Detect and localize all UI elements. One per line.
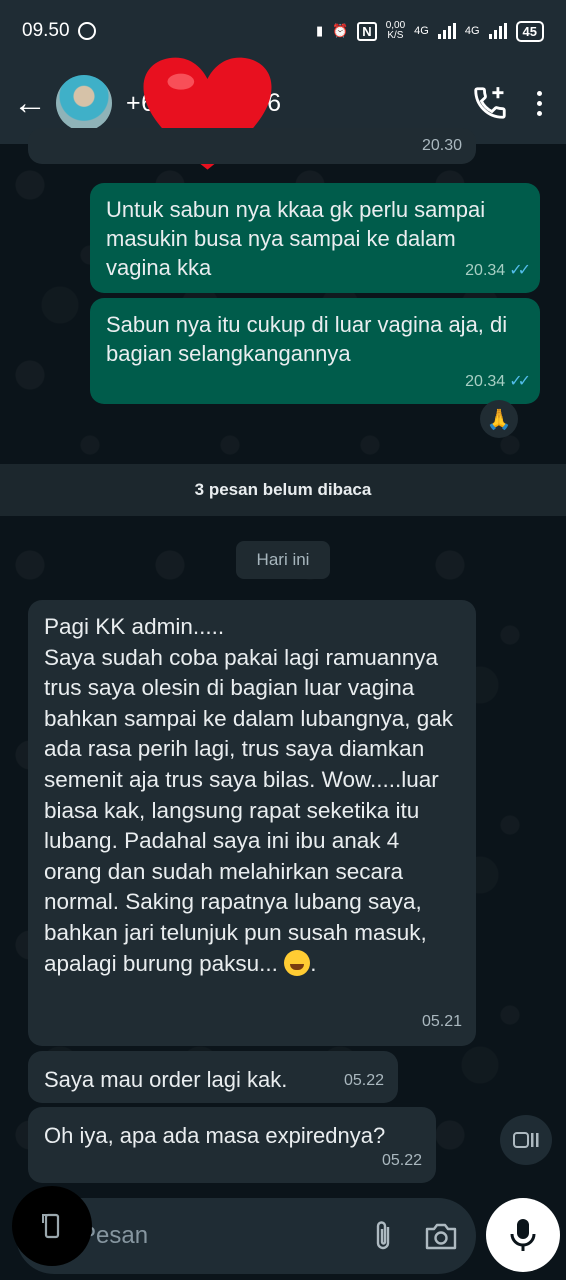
- message-bubble-incoming[interactable]: Saya mau order lagi kak. 05.22: [28, 1051, 398, 1103]
- message-text: Oh iya, apa ada masa expirednya?: [44, 1123, 386, 1148]
- signal-icon-2: [488, 23, 507, 39]
- message-text: Saya mau order lagi kak.: [44, 1067, 288, 1092]
- whatsapp-notification-icon: [77, 22, 96, 40]
- date-label: Hari ini: [256, 550, 310, 569]
- floating-screenshot-button[interactable]: [12, 1186, 92, 1266]
- message-bubble-incoming[interactable]: Oh iya, apa ada masa expirednya? 05.22: [28, 1107, 436, 1183]
- unread-count-label: 3 pesan belum dibaca: [194, 480, 372, 499]
- message-bubble-partial[interactable]: 20.30: [28, 128, 476, 164]
- camera-icon[interactable]: [424, 1221, 458, 1251]
- message-time: 05.22: [381, 1152, 422, 1169]
- scroll-action-button[interactable]: [500, 1115, 552, 1165]
- message-meta: 20.30: [422, 131, 462, 160]
- reaction-badge[interactable]: 🙏: [480, 400, 518, 438]
- signal-icon-1: [437, 23, 456, 39]
- network-speed: 0,00 K/S: [385, 20, 406, 41]
- message-meta: 20.34 ✓✓: [465, 256, 531, 285]
- message-time: 20.34: [465, 262, 506, 279]
- unread-messages-banner: 3 pesan belum dibaca: [0, 464, 566, 516]
- message-time: 20.34: [465, 373, 506, 390]
- message-bubble-incoming[interactable]: Pagi KK admin..... Saya sudah coba pakai…: [28, 600, 476, 1046]
- message-text: Pagi KK admin..... Saya sudah coba pakai…: [44, 614, 454, 976]
- read-ticks-icon: ✓✓: [509, 373, 531, 390]
- read-ticks-icon: ✓✓: [509, 262, 531, 279]
- message-time: 05.22: [343, 1072, 384, 1089]
- status-bar: 09.50 ▮ ⏰ N 0,00 K/S 4G 4G 45: [0, 0, 566, 62]
- praying-hands-icon: 🙏: [486, 408, 512, 431]
- network-type-1: 4G: [414, 25, 429, 37]
- status-time: 09.50: [22, 20, 70, 41]
- more-options-icon[interactable]: [537, 90, 542, 116]
- alarm-icon: ⏰: [332, 23, 349, 38]
- message-meta: 20.34 ✓✓: [465, 367, 531, 396]
- date-separator: Hari ini: [236, 541, 330, 579]
- message-meta: 05.22: [382, 1146, 422, 1175]
- message-text-end: .: [310, 950, 317, 976]
- message-meta: 05.21: [422, 1007, 462, 1038]
- message-text: Sabun nya itu cukup di luar vagina aja, …: [106, 312, 508, 366]
- message-bubble-outgoing[interactable]: Sabun nya itu cukup di luar vagina aja, …: [90, 298, 540, 404]
- contact-avatar[interactable]: [56, 75, 112, 131]
- message-time: 05.21: [421, 1013, 462, 1031]
- microphone-icon: [510, 1219, 536, 1251]
- scroll-down-icon: [513, 1132, 539, 1148]
- network-type-2: 4G: [464, 25, 480, 37]
- message-meta: 05.22: [344, 1066, 384, 1095]
- nfc-icon: N: [357, 21, 377, 41]
- screen-record-icon: [42, 1213, 60, 1239]
- add-call-icon[interactable]: [471, 84, 509, 122]
- vibrate-icon: ▮: [315, 23, 324, 38]
- sweat-smile-emoji-icon: [284, 949, 311, 976]
- message-text: Untuk sabun nya kkaa gk perlu sampai mas…: [106, 197, 486, 280]
- message-bubble-outgoing[interactable]: Untuk sabun nya kkaa gk perlu sampai mas…: [90, 183, 540, 293]
- back-arrow-icon[interactable]: ←: [10, 84, 50, 123]
- attach-icon[interactable]: [372, 1219, 394, 1253]
- message-time: 20.30: [421, 137, 462, 154]
- battery-indicator: 45: [515, 20, 544, 42]
- voice-message-button[interactable]: [486, 1198, 560, 1272]
